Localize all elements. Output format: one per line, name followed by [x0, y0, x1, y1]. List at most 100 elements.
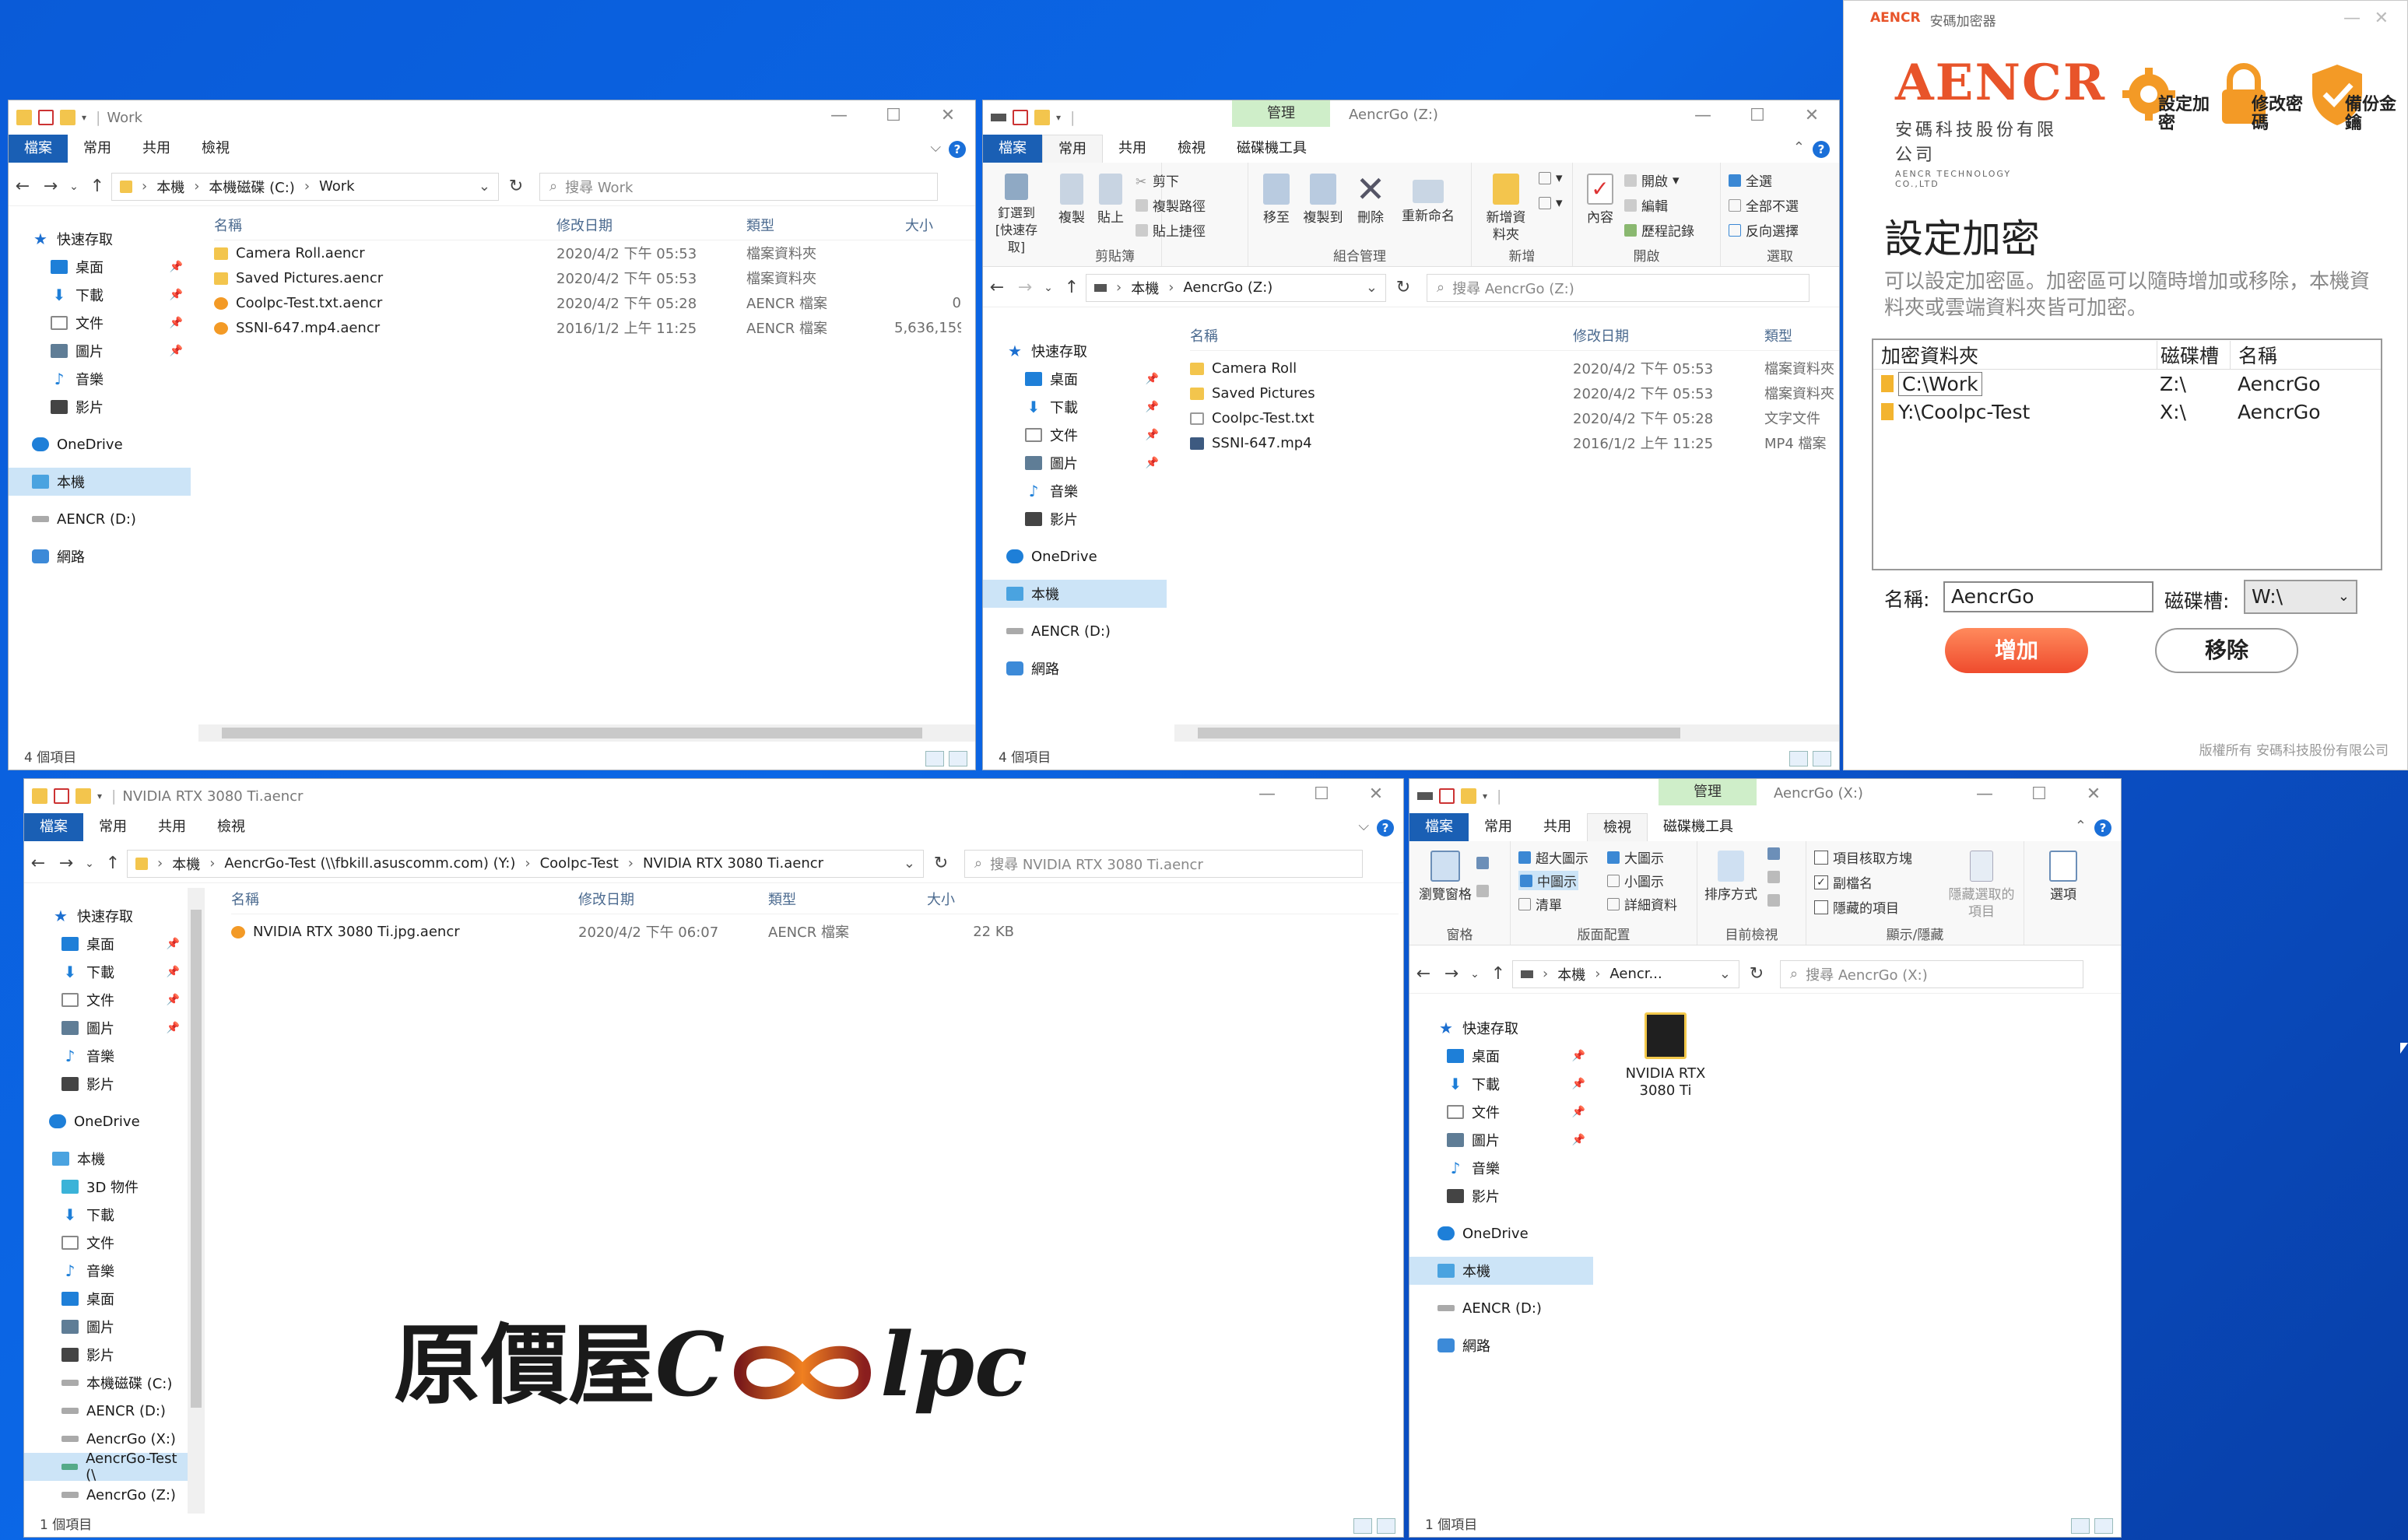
- tab-home[interactable]: 常用: [83, 813, 142, 841]
- expand-ribbon-icon[interactable]: ⌵: [930, 139, 941, 156]
- tab-share[interactable]: 共用: [127, 135, 186, 163]
- view-toggle[interactable]: [2071, 1518, 2113, 1534]
- easy-access-button[interactable]: ▾: [1539, 195, 1563, 211]
- nav-desktop[interactable]: 桌面 📌: [1006, 365, 1167, 393]
- chevron-down-icon[interactable]: ⌄: [1719, 966, 1731, 982]
- rename-button[interactable]: 重新命名: [1393, 174, 1463, 225]
- hidden-items-toggle[interactable]: 隱藏的項目: [1814, 897, 1899, 917]
- explorer-window-aencrgo-z[interactable]: ▾ | 管理 AencrGo (Z:) — ☐ ✕ 檔案 常用 共用 檢視 磁碟…: [982, 100, 1840, 770]
- collapse-ribbon-icon[interactable]: ⌃: [2075, 818, 2087, 834]
- table-row[interactable]: Camera Roll 2020/4/2 下午 05:53 檔案資料夾: [1190, 356, 1839, 381]
- nav-this-pc[interactable]: 本機: [9, 468, 191, 496]
- nav-music[interactable]: ♪ 音樂: [1437, 1154, 1593, 1182]
- details-view-icon[interactable]: [2071, 1518, 2090, 1534]
- column-size[interactable]: 大小: [927, 889, 1020, 909]
- set-encryption-button[interactable]: 設定加密: [2121, 58, 2210, 144]
- table-row[interactable]: Y:\Coolpc-Test X:\ AencrGo: [1873, 398, 2381, 426]
- minimize-button[interactable]: —: [1676, 100, 1730, 132]
- recent-dropdown-icon[interactable]: ⌄: [1466, 968, 1484, 980]
- back-icon[interactable]: ←: [24, 854, 52, 873]
- breadcrumb-item[interactable]: Aencr...: [1609, 966, 1662, 982]
- nav-onedrive[interactable]: OneDrive: [32, 430, 191, 458]
- table-row[interactable]: C:\Work Z:\ AencrGo: [1873, 370, 2381, 398]
- up-icon[interactable]: ↑: [83, 177, 111, 196]
- copy-button[interactable]: 複製: [1055, 174, 1089, 226]
- properties-icon[interactable]: [54, 788, 69, 804]
- tab-share[interactable]: 共用: [1103, 135, 1162, 163]
- nav-downloads[interactable]: ⬇ 下載 📌: [32, 281, 191, 309]
- tab-drive-tools[interactable]: 磁碟機工具: [1221, 135, 1322, 163]
- view-toggle[interactable]: [925, 751, 967, 766]
- nav-documents[interactable]: 文件 📌: [32, 309, 191, 337]
- nav-quick-access[interactable]: ★ 快速存取: [32, 225, 191, 253]
- table-row[interactable]: SSNI-647.mp4.aencr 2016/1/2 上午 11:25 AENCR…: [214, 315, 975, 340]
- nav-onedrive[interactable]: OneDrive: [1006, 542, 1167, 570]
- breadcrumb-item[interactable]: 本機: [156, 177, 184, 197]
- explorer-window-aencrgo-x[interactable]: ▾ | 管理 AencrGo (X:) — ☐ ✕ 檔案 常用 共用 檢視 磁碟…: [1409, 778, 2122, 1538]
- checkbox[interactable]: [1814, 900, 1828, 914]
- breadcrumb-item[interactable]: AencrGo (Z:): [1183, 279, 1272, 296]
- s-icons-option[interactable]: 小圖示: [1607, 871, 1664, 890]
- tab-share[interactable]: 共用: [142, 813, 202, 841]
- nav-downloads[interactable]: ⬇ 下載: [52, 1201, 188, 1229]
- address-box[interactable]: › 本機 › Aencr... ⌄: [1512, 959, 1739, 988]
- edit-button[interactable]: 編輯: [1624, 195, 1668, 215]
- navigation-pane-button[interactable]: 瀏覽窗格: [1417, 851, 1473, 903]
- dropdown-icon[interactable]: ▾: [82, 113, 91, 122]
- change-password-button[interactable]: 修改密碼: [2214, 58, 2303, 144]
- nav-network[interactable]: 網路: [1006, 654, 1167, 682]
- new-folder-icon[interactable]: [1461, 788, 1476, 804]
- details-pane-button[interactable]: [1476, 885, 1489, 897]
- nav-documents[interactable]: 文件 📌: [52, 986, 188, 1014]
- minimize-button[interactable]: —: [812, 100, 866, 132]
- nav-music[interactable]: ♪ 音樂: [32, 365, 191, 393]
- details-view-icon[interactable]: [1789, 751, 1808, 766]
- column-type[interactable]: 類型: [768, 889, 927, 909]
- name-input[interactable]: AencrGo: [1943, 581, 2154, 612]
- nav-pictures[interactable]: 圖片 📌: [1006, 449, 1167, 477]
- manage-context-tab[interactable]: 管理: [1659, 779, 1757, 805]
- column-type[interactable]: 類型: [746, 215, 905, 235]
- select-none-button[interactable]: 全部不選: [1729, 195, 1799, 215]
- breadcrumb-item[interactable]: 本機: [172, 854, 200, 874]
- nav-desktop[interactable]: 桌面: [52, 1285, 188, 1313]
- nav-aencrgo-test[interactable]: AencrGo-Test (\: [24, 1451, 188, 1483]
- nav-quick-access[interactable]: ★ 快速存取: [52, 902, 188, 930]
- tab-file[interactable]: 檔案: [24, 813, 83, 841]
- file-icon-nvidia[interactable]: NVIDIA RTX 3080 Ti: [1623, 1012, 1708, 1100]
- nav-aencr-d[interactable]: AENCR (D:): [1437, 1294, 1593, 1322]
- preview-pane-button[interactable]: [1476, 857, 1489, 869]
- help-icon[interactable]: ?: [2094, 819, 2111, 837]
- nav-music[interactable]: ♪ 音樂: [52, 1042, 188, 1070]
- recent-dropdown-icon[interactable]: ⌄: [80, 858, 99, 870]
- column-folder[interactable]: 加密資料夾: [1873, 341, 2157, 369]
- nav-pictures[interactable]: 圖片 📌: [52, 1014, 188, 1042]
- select-all-button[interactable]: 全選: [1729, 170, 1772, 190]
- checkbox[interactable]: [1814, 850, 1828, 865]
- table-row[interactable]: SSNI-647.mp4 2016/1/2 上午 11:25 MP4 檔案: [1190, 430, 1839, 455]
- nav-this-pc[interactable]: 本機: [983, 580, 1167, 608]
- details-option[interactable]: 詳細資料: [1607, 894, 1677, 914]
- up-icon[interactable]: ↑: [1058, 278, 1086, 297]
- forward-icon[interactable]: →: [1437, 964, 1466, 984]
- large-icons-view-icon[interactable]: [949, 751, 967, 766]
- table-row[interactable]: Saved Pictures.aencr 2020/4/2 下午 05:53 檔案資…: [214, 265, 975, 290]
- expand-ribbon-icon[interactable]: ⌵: [1358, 818, 1369, 834]
- nav-network[interactable]: 網路: [1437, 1331, 1593, 1359]
- recent-dropdown-icon[interactable]: ⌄: [1039, 282, 1058, 294]
- horizontal-scrollbar[interactable]: [1174, 724, 1839, 742]
- move-to-button[interactable]: 移至: [1256, 174, 1297, 226]
- minimize-button[interactable]: —: [1957, 779, 2012, 810]
- paste-button[interactable]: 貼上: [1093, 174, 1128, 226]
- maximize-button[interactable]: ☐: [1294, 779, 1349, 810]
- invert-selection-button[interactable]: 反向選擇: [1729, 220, 1799, 240]
- nav-pictures[interactable]: 圖片: [52, 1313, 188, 1341]
- up-icon[interactable]: ↑: [1484, 964, 1512, 984]
- explorer-window-nvidia[interactable]: ▾ | NVIDIA RTX 3080 Ti.aencr — ☐ ✕ 檔案 常用…: [23, 778, 1404, 1538]
- recent-dropdown-icon[interactable]: ⌄: [65, 181, 83, 193]
- tab-home[interactable]: 常用: [1469, 813, 1528, 841]
- details-view-icon[interactable]: [1353, 1518, 1372, 1534]
- details-view-icon[interactable]: [925, 751, 944, 766]
- add-button[interactable]: 增加: [1945, 628, 2088, 673]
- vertical-scrollbar[interactable]: [188, 888, 205, 1514]
